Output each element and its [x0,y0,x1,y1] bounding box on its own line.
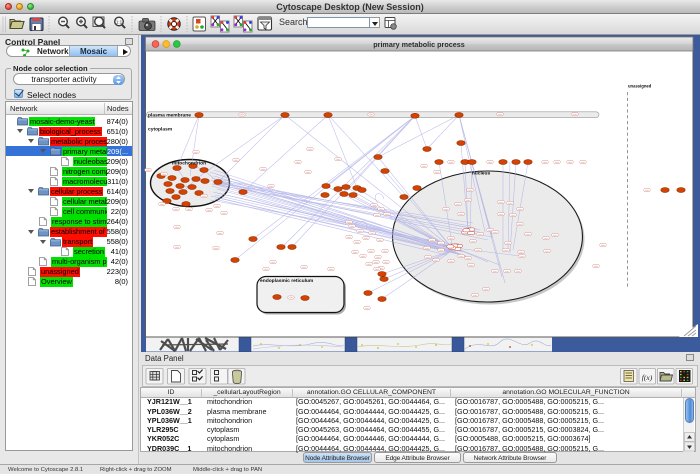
svg-text:unassigned: unassigned [628,84,652,89]
svg-text:plasma membrane: plasma membrane [148,112,191,118]
svg-text:nucleus: nucleus [472,171,491,177]
svg-text:1:1: 1:1 [116,19,123,24]
svg-text:cytoplasm: cytoplasm [148,127,173,133]
svg-text:endoplasmic reticulum: endoplasmic reticulum [260,278,314,284]
svg-text:f(x): f(x) [642,373,653,382]
svg-text:mitochondrion: mitochondrion [172,161,206,167]
svg-text:primary metabolic process: primary metabolic process [373,40,464,49]
